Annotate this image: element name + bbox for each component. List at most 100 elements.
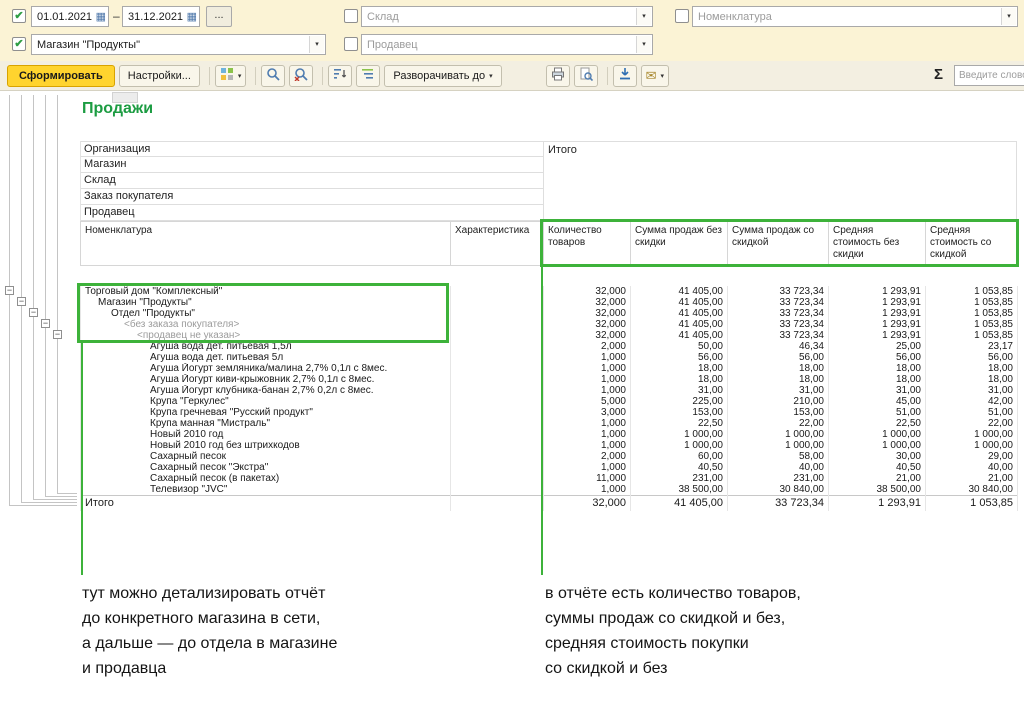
table-row[interactable]: Агуша Йогурт земляника/малина 2,7% 0,1л … [81,363,1018,374]
chevron-down-icon[interactable]: ▾ [636,8,651,25]
nomenclature-checkbox[interactable] [675,9,689,23]
table-row[interactable]: Сахарный песок (в пакетах)11,000231,0023… [81,473,1018,484]
chevron-down-icon[interactable]: ▾ [636,36,651,53]
table-row[interactable]: Новый 2010 год1,0001 000,001 000,001 000… [81,429,1018,440]
expand-to-button[interactable]: Разворачивать до ▾ [384,65,501,87]
table-row[interactable]: Крупа манная "Мистраль"1,00022,5022,0022… [81,418,1018,429]
warehouse-combo[interactable]: Склад ▾ [361,6,653,27]
row-label: Сахарный песок (в пакетах) [81,473,451,484]
groups-highlight-box [77,283,449,343]
collapse-group-button[interactable]: − [17,297,26,306]
totals-characteristic [451,495,544,511]
table-row[interactable]: Сахарный песок "Экстра"1,00040,5040,0040… [81,462,1018,473]
right-annotation-line [541,267,543,575]
table-row[interactable]: Агуша Йогурт клубника-банан 2,7% 0,2л с … [81,385,1018,396]
cancel-find-button[interactable] [289,65,313,87]
seller-combo[interactable]: Продавец ▾ [361,34,653,55]
calendar-icon[interactable]: ▦ [96,10,106,23]
row-value: 32,000 [544,308,631,319]
column-header[interactable]: Характеристика [451,222,544,266]
print-preview-button[interactable] [574,65,598,87]
toolbar-separator [322,67,323,85]
row-value: 51,00 [829,407,926,418]
totals-value: 1 053,85 [926,495,1018,511]
preview-icon [579,67,593,84]
calendar-icon[interactable]: ▦ [187,10,197,23]
period-dash: – [113,9,120,23]
row-value: 22,00 [728,418,829,429]
store-checkbox[interactable]: ✔ [12,37,26,51]
table-row[interactable]: Новый 2010 год без штрихкодов1,0001 000,… [81,440,1018,451]
row-value: 1,000 [544,440,631,451]
tree-line [33,95,34,499]
row-value: 38 500,00 [631,484,728,496]
save-report-button[interactable] [613,65,637,87]
row-value: 5,000 [544,396,631,407]
row-characteristic [451,330,544,341]
row-value: 1 000,00 [926,440,1018,451]
period-checkbox[interactable]: ✔ [12,9,26,23]
collapse-group-button[interactable]: − [5,286,14,295]
row-value: 22,50 [829,418,926,429]
row-characteristic [451,297,544,308]
left-annotation-line [81,343,83,575]
table-row[interactable]: Агуша Йогурт киви-крыжовник 2,7% 0,1л с … [81,374,1018,385]
row-value: 2,000 [544,341,631,352]
settings-button[interactable]: Настройки... [119,65,200,87]
row-value: 56,00 [631,352,728,363]
envelope-icon: ✉ [646,69,657,82]
find-button[interactable] [261,65,285,87]
levels-icon [361,67,375,84]
grouping-levels-button[interactable] [356,65,380,87]
table-row[interactable]: Телевизор "JVC"1,00038 500,0030 840,0038… [81,484,1018,496]
seller-checkbox[interactable] [344,37,358,51]
table-row[interactable]: Агуша вода дет. питьевая 5л1,00056,0056,… [81,352,1018,363]
chevron-down-icon: ▾ [489,72,493,80]
column-header[interactable]: Номенклатура [81,222,451,266]
sort-button[interactable] [328,65,352,87]
row-value: 50,00 [631,341,728,352]
search-icon [266,67,280,84]
generate-button[interactable]: Сформировать [7,65,115,87]
date-from-field: ▦ [31,6,109,27]
row-characteristic [451,374,544,385]
row-value: 22,00 [926,418,1018,429]
row-value: 40,00 [728,462,829,473]
tree-tick [45,496,77,497]
row-label: Агуша Йогурт клубника-банан 2,7% 0,2л с … [81,385,451,396]
row-characteristic [451,462,544,473]
table-row[interactable]: Сахарный песок2,00060,0058,0030,0029,00 [81,451,1018,462]
nomenclature-combo[interactable]: Номенклатура ▾ [692,6,1018,27]
row-value: 231,00 [728,473,829,484]
row-value: 1,000 [544,363,631,374]
row-value: 1 000,00 [829,429,926,440]
row-value: 1,000 [544,484,631,496]
left-annotation-note: тут можно детализировать отчёт до конкре… [82,581,337,681]
row-characteristic [451,484,544,496]
chevron-down-icon[interactable]: ▾ [309,36,324,53]
quick-filter-field [954,65,1024,86]
row-value: 1 000,00 [728,429,829,440]
quick-filter-input[interactable] [955,66,1024,85]
row-value: 45,00 [829,396,926,407]
table-row[interactable]: Крупа гречневая "Русский продукт"3,00015… [81,407,1018,418]
send-email-button[interactable]: ✉ ▾ [641,65,669,87]
table-row[interactable]: Крупа "Геркулес"5,000225,00210,0045,0042… [81,396,1018,407]
totals-value: 33 723,34 [728,495,829,511]
date-to-field: ▦ [122,6,200,27]
collapse-group-button[interactable]: − [53,330,62,339]
print-button[interactable] [546,65,570,87]
store-combo[interactable]: Магазин "Продукты" ▾ [31,34,326,55]
collapse-group-button[interactable]: − [29,308,38,317]
row-value: 231,00 [631,473,728,484]
row-value: 1 053,85 [926,308,1018,319]
collapse-group-button[interactable]: − [41,319,50,328]
report-variants-button[interactable]: ▾ [215,65,247,87]
period-more-button[interactable]: ... [206,6,232,27]
app-window: ✔ ▦ – ▦ ... Склад ▾ Номенклатура ▾ ✔ Маг… [0,0,1024,711]
row-value: 1 293,91 [829,330,926,341]
row-value: 31,00 [926,385,1018,396]
row-value: 32,000 [544,330,631,341]
chevron-down-icon[interactable]: ▾ [1001,8,1016,25]
warehouse-checkbox[interactable] [344,9,358,23]
